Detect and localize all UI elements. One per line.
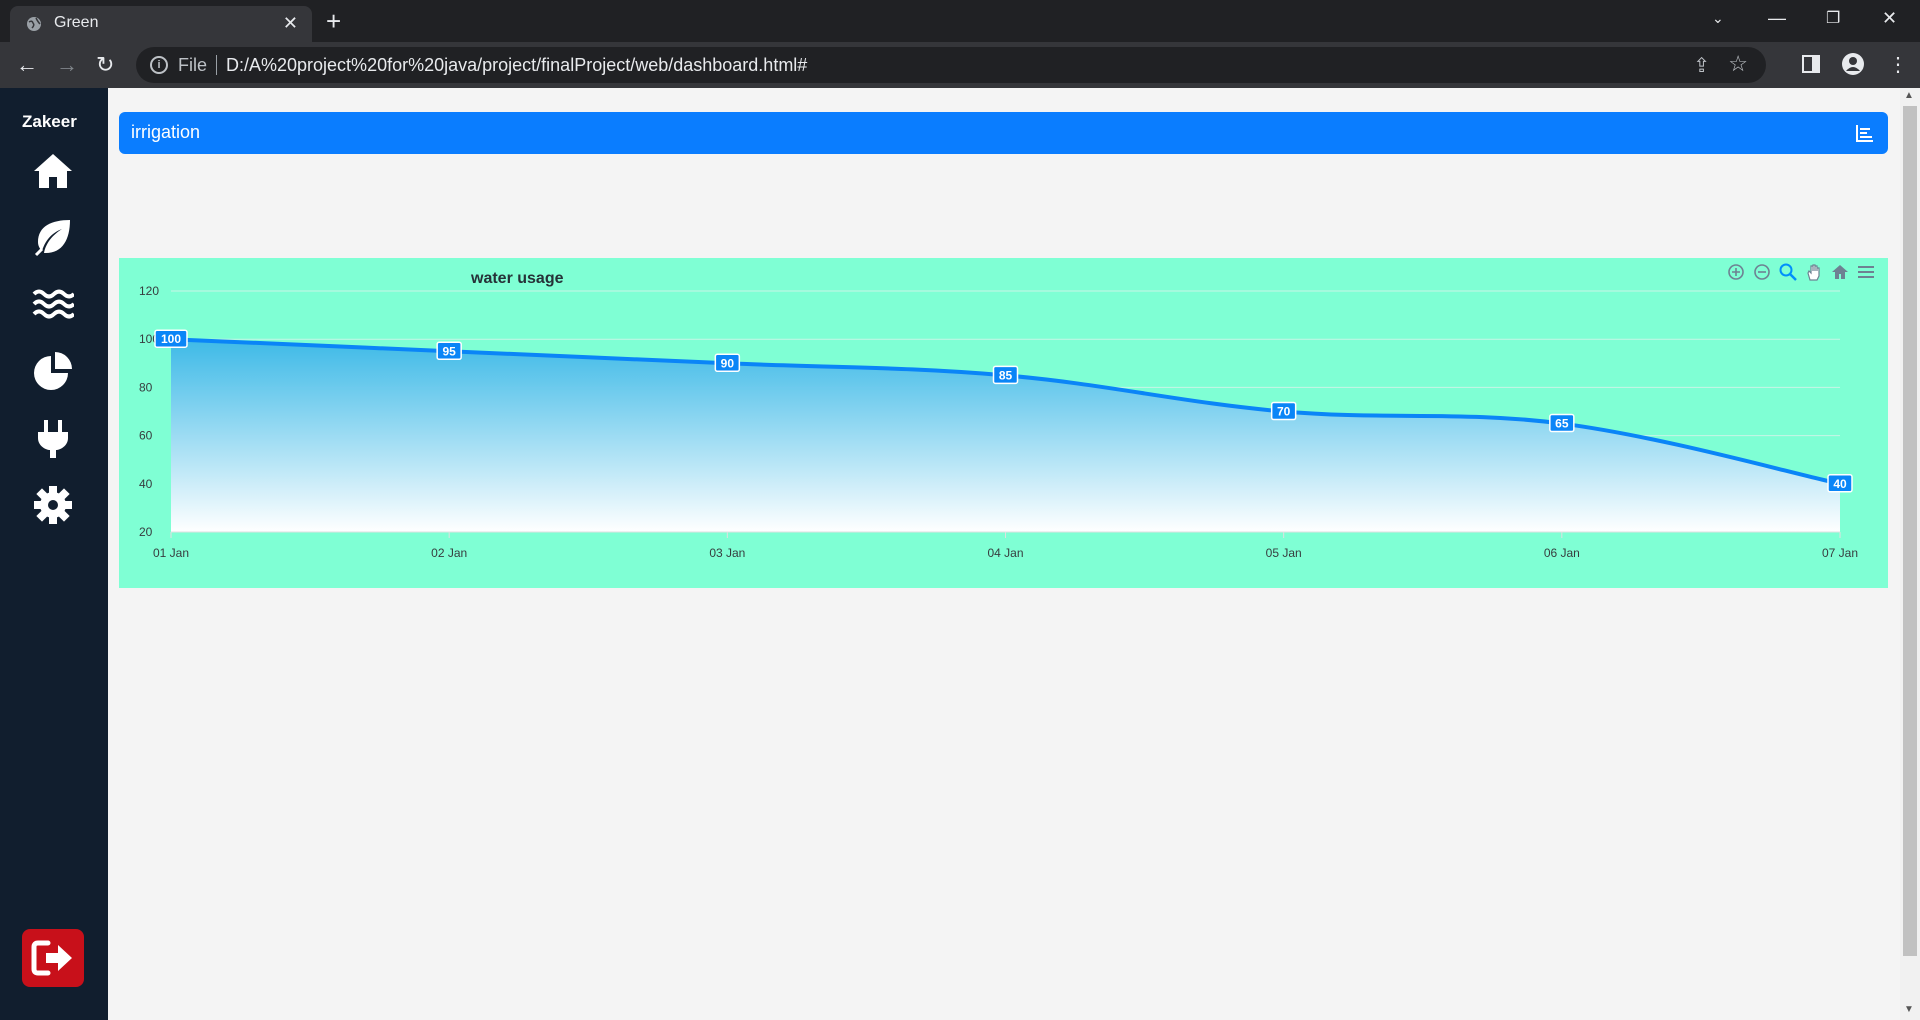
new-tab-icon[interactable]: + xyxy=(326,6,341,37)
browser-tab-strip: Green ✕ + ⌄ — ❐ ✕ xyxy=(0,0,1920,42)
data-label: 65 xyxy=(1555,417,1569,431)
y-tick-label: 80 xyxy=(139,380,153,394)
url-scheme-label: File xyxy=(178,55,208,75)
x-tick-label: 07 Jan xyxy=(1822,546,1858,560)
browser-tab[interactable]: Green ✕ xyxy=(10,6,312,42)
x-tick-label: 02 Jan xyxy=(431,546,467,560)
chart-icon[interactable] xyxy=(1856,124,1874,142)
chart-title: water usage xyxy=(470,270,564,287)
tab-title: Green xyxy=(54,14,99,31)
url-text[interactable]: D:/A%20project%20for%20java/project/fina… xyxy=(226,55,807,76)
reload-icon[interactable]: ↻ xyxy=(96,52,114,78)
side-panel-icon[interactable] xyxy=(1802,55,1820,73)
leaf-icon[interactable] xyxy=(32,216,74,258)
plug-icon[interactable] xyxy=(32,418,74,460)
close-tab-icon[interactable]: ✕ xyxy=(283,13,298,34)
address-bar[interactable]: i File D:/A%20project%20for%20java/proje… xyxy=(136,47,1766,83)
share-icon[interactable]: ⇪ xyxy=(1693,53,1710,78)
zoom-in-icon[interactable] xyxy=(1726,262,1746,282)
y-tick-label: 20 xyxy=(139,525,153,539)
forward-icon[interactable]: → xyxy=(56,52,78,78)
sidebar: Zakeer xyxy=(0,88,108,1020)
close-window-icon[interactable]: ✕ xyxy=(1882,8,1897,29)
restore-icon[interactable]: ❐ xyxy=(1826,8,1840,28)
x-tick-label: 03 Jan xyxy=(709,546,745,560)
data-label: 85 xyxy=(999,368,1013,382)
chart-toolbar xyxy=(1726,262,1876,282)
pan-hand-icon[interactable] xyxy=(1804,262,1824,282)
data-label: 70 xyxy=(1277,405,1291,419)
x-tick-label: 04 Jan xyxy=(987,546,1023,560)
home-icon[interactable] xyxy=(32,150,74,192)
gear-icon[interactable] xyxy=(32,484,74,526)
data-label: 40 xyxy=(1833,477,1847,491)
scroll-down-icon[interactable]: ▼ xyxy=(1904,1004,1914,1015)
page-scrollbar[interactable]: ▲ ▼ xyxy=(1900,88,1920,1020)
minimize-icon[interactable]: — xyxy=(1768,8,1786,29)
page-title: irrigation xyxy=(131,122,201,142)
main-content: irrigation water usage 20 40 60 80 100 120 01 … xyxy=(108,88,1900,1020)
page-header: irrigation xyxy=(119,112,1888,154)
x-tick-label: 06 Jan xyxy=(1544,546,1580,560)
logout-icon xyxy=(31,940,72,976)
globe-icon xyxy=(27,17,41,31)
pie-chart-icon[interactable] xyxy=(32,350,74,392)
info-icon[interactable]: i xyxy=(150,56,168,74)
y-tick-label: 40 xyxy=(139,477,153,491)
data-label: 90 xyxy=(721,356,735,370)
magnifier-icon[interactable] xyxy=(1778,262,1798,282)
chart-svg: water usage 20 40 60 80 100 120 01 Jan 02 Jan 03… xyxy=(139,270,1858,560)
hamburger-menu-icon[interactable] xyxy=(1856,262,1876,282)
tab-search-icon[interactable]: ⌄ xyxy=(1712,10,1724,27)
scrollbar-thumb[interactable] xyxy=(1903,106,1917,956)
x-tick-label: 05 Jan xyxy=(1266,546,1302,560)
water-icon[interactable] xyxy=(32,284,74,326)
url-separator xyxy=(216,55,217,75)
scroll-up-icon[interactable]: ▲ xyxy=(1904,90,1914,101)
browser-toolbar: ← → ↻ i File D:/A%20project%20for%20java… xyxy=(0,42,1920,88)
logout-button[interactable] xyxy=(22,929,84,987)
data-label: 95 xyxy=(442,344,456,358)
bookmark-star-icon[interactable]: ☆ xyxy=(1728,51,1748,77)
profile-icon[interactable] xyxy=(1842,53,1864,75)
y-tick-label: 120 xyxy=(139,284,159,298)
back-icon[interactable]: ← xyxy=(16,52,38,78)
brand-name: Zakeer xyxy=(22,112,77,131)
y-tick-label: 60 xyxy=(139,429,153,443)
reset-home-icon[interactable] xyxy=(1830,262,1850,282)
x-tick-label: 01 Jan xyxy=(153,546,189,560)
menu-kebab-icon[interactable]: ⋮ xyxy=(1888,52,1908,77)
data-label: 100 xyxy=(161,332,181,346)
zoom-out-icon[interactable] xyxy=(1752,262,1772,282)
water-usage-chart: water usage 20 40 60 80 100 120 01 Jan 02 Jan 03… xyxy=(119,258,1888,588)
